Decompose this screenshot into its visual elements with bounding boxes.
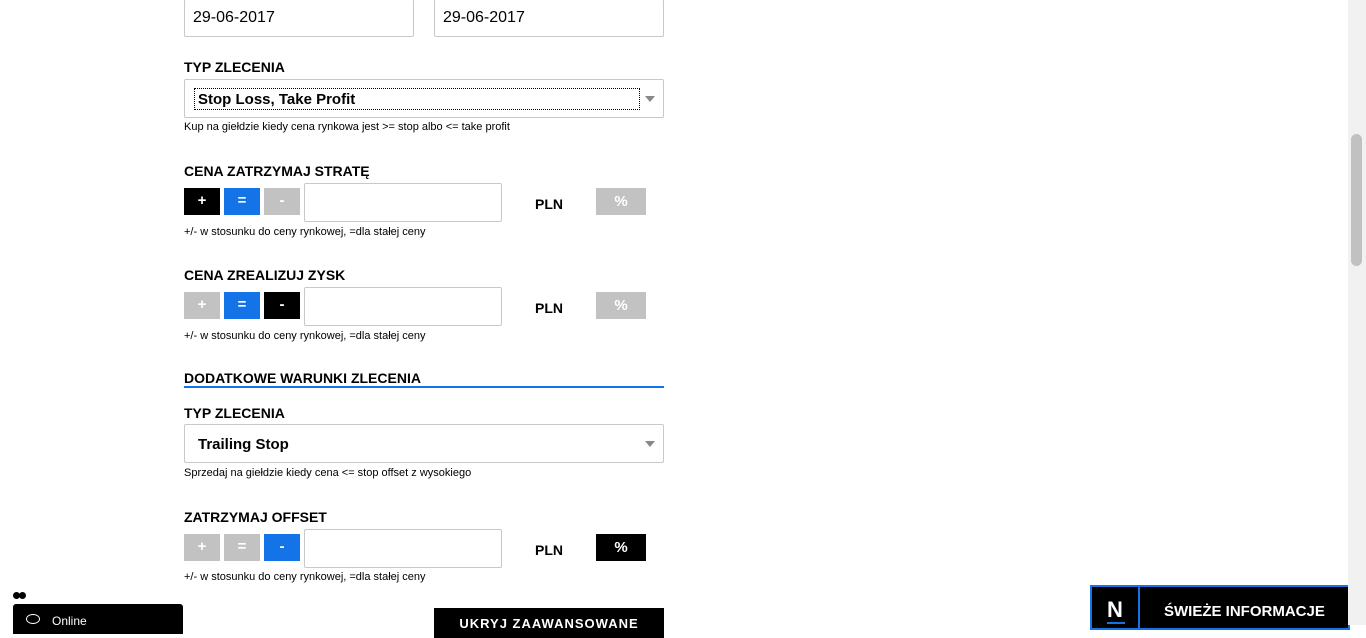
- date-to-field[interactable]: 29-06-2017: [434, 0, 664, 37]
- order-type-label: TYP ZLECENIA: [184, 59, 285, 75]
- stop-loss-minus-button[interactable]: -: [264, 188, 300, 215]
- take-profit-minus-button[interactable]: -: [264, 292, 300, 319]
- chat-dots-icon[interactable]: [13, 592, 31, 600]
- take-profit-label: CENA ZREALIZUJ ZYSK: [184, 267, 346, 283]
- offset-currency: PLN: [535, 542, 563, 558]
- take-profit-plus-button[interactable]: +: [184, 292, 220, 319]
- hide-advanced-button[interactable]: UKRYJ ZAAWANSOWANE: [434, 608, 664, 638]
- scrollbar-thumb[interactable]: [1351, 134, 1362, 266]
- scrollbar-track[interactable]: [1348, 0, 1366, 625]
- offset-input[interactable]: [304, 529, 502, 568]
- take-profit-help: +/- w stosunku do ceny rynkowej, =dla st…: [184, 330, 426, 342]
- take-profit-input[interactable]: [304, 287, 502, 326]
- news-logo-letter: N: [1107, 597, 1123, 622]
- offset-equals-button[interactable]: =: [224, 534, 260, 561]
- offset-plus-button[interactable]: +: [184, 534, 220, 561]
- stop-loss-equals-button[interactable]: =: [224, 188, 260, 215]
- offset-row: + = - PLN %: [184, 529, 664, 568]
- news-label: ŚWIEŻE INFORMACJE: [1164, 603, 1325, 620]
- offset-label: ZATRZYMAJ OFFSET: [184, 509, 327, 525]
- extra-order-type-value: Trailing Stop: [198, 436, 289, 453]
- news-widget[interactable]: N ŚWIEŻE INFORMACJE: [1090, 585, 1350, 630]
- take-profit-equals-button[interactable]: =: [224, 292, 260, 319]
- date-from-field[interactable]: 29-06-2017: [184, 0, 414, 37]
- stop-loss-currency: PLN: [535, 196, 563, 212]
- order-type-value: Stop Loss, Take Profit: [198, 91, 356, 108]
- news-logo: N: [1092, 587, 1140, 630]
- chat-bubble-icon: [26, 614, 40, 624]
- offset-percent-button[interactable]: %: [596, 534, 646, 561]
- stop-loss-label: CENA ZATRZYMAJ STRATĘ: [184, 163, 370, 179]
- order-type-help: Kup na giełdzie kiedy cena rynkowa jest …: [184, 121, 510, 133]
- chevron-down-icon: [645, 96, 655, 102]
- heading-underline: [184, 386, 664, 388]
- stop-loss-input[interactable]: [304, 183, 502, 222]
- take-profit-row: + = - PLN %: [184, 287, 664, 326]
- extra-order-type-select[interactable]: Trailing Stop: [184, 424, 664, 463]
- take-profit-currency: PLN: [535, 300, 563, 316]
- offset-help: +/- w stosunku do ceny rynkowej, =dla st…: [184, 571, 426, 583]
- chat-status: Online: [52, 614, 87, 628]
- extra-conditions-heading: DODATKOWE WARUNKI ZLECENIA: [184, 370, 421, 386]
- take-profit-percent-button[interactable]: %: [596, 292, 646, 319]
- chevron-down-icon: [645, 441, 655, 447]
- stop-loss-row: + = - PLN %: [184, 183, 664, 222]
- chat-widget[interactable]: Online: [13, 604, 183, 634]
- offset-minus-button[interactable]: -: [264, 534, 300, 561]
- extra-order-type-label: TYP ZLECENIA: [184, 405, 285, 421]
- order-type-select[interactable]: Stop Loss, Take Profit: [184, 79, 664, 118]
- stop-loss-plus-button[interactable]: +: [184, 188, 220, 215]
- extra-order-type-help: Sprzedaj na giełdzie kiedy cena <= stop …: [184, 467, 472, 479]
- stop-loss-help: +/- w stosunku do ceny rynkowej, =dla st…: [184, 226, 426, 238]
- stop-loss-percent-button[interactable]: %: [596, 188, 646, 215]
